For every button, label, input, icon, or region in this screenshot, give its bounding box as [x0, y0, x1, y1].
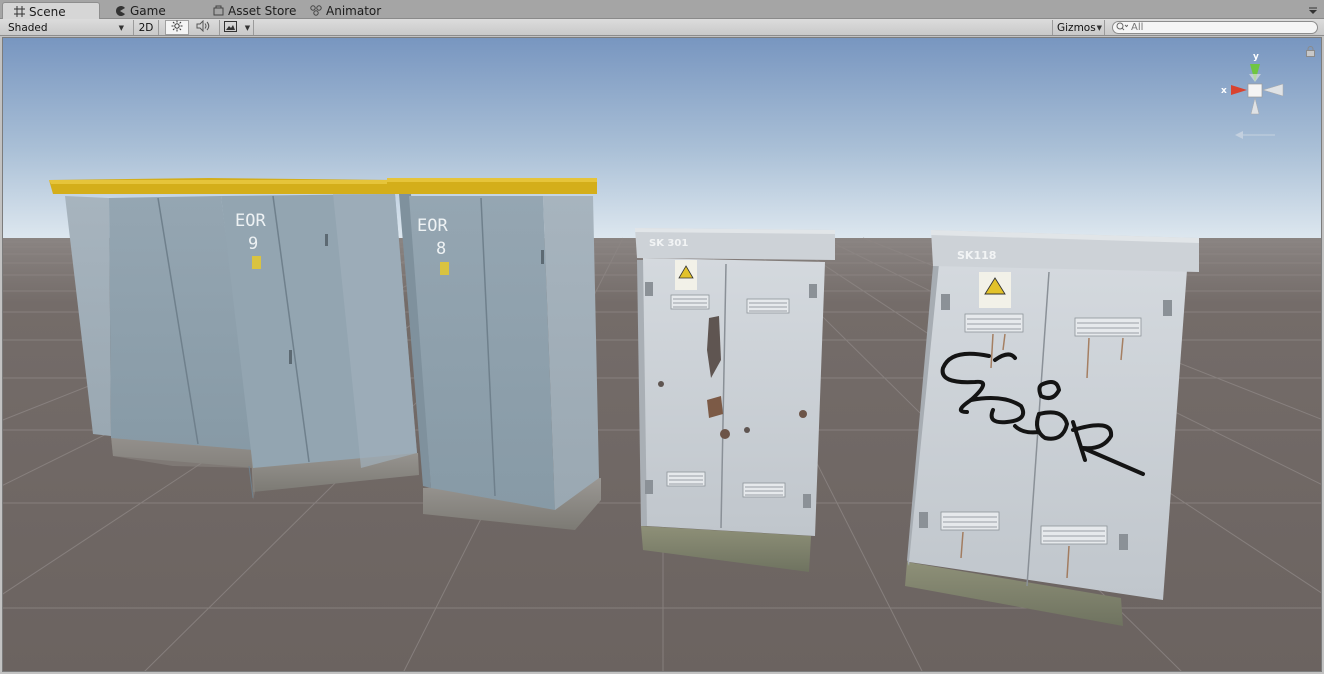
2d-mode-button[interactable]: 2D — [133, 20, 159, 35]
scene-audio-toggle[interactable] — [192, 19, 214, 35]
scene-toolbar: Shaded ▼ 2D ▼ Gizmos ▼ — [0, 19, 1324, 36]
projection-cube[interactable] — [1247, 83, 1263, 98]
warning-sticker — [440, 262, 449, 275]
window-tab-bar: Scene Game Asset Store Animator — [0, 0, 1324, 20]
cabinet-number: 9 — [248, 234, 258, 254]
tab-asset-store-label: Asset Store — [228, 3, 297, 18]
scene-viewport[interactable]: EOR 9 EOR 8 SK 301 SK118 y x — [2, 37, 1322, 672]
search-input[interactable] — [1131, 22, 1301, 33]
draw-mode-dropdown[interactable]: Shaded ▼ — [8, 20, 128, 35]
image-icon — [224, 20, 237, 35]
tab-animator-label: Animator — [326, 3, 382, 18]
dropdown-caret-icon: ▼ — [1096, 23, 1102, 32]
neg-x-axis-arrow[interactable] — [1262, 83, 1284, 97]
neg-y-axis-arrow[interactable] — [1250, 97, 1260, 115]
cabinet-label: EOR — [235, 211, 266, 231]
lock-icon[interactable] — [1306, 46, 1315, 57]
dropdown-caret-icon: ▼ — [244, 23, 251, 32]
sun-icon — [171, 20, 183, 35]
scene-render: EOR 9 EOR 8 SK 301 SK118 — [3, 38, 1321, 671]
scene-search-field[interactable] — [1112, 21, 1318, 34]
animator-icon — [310, 5, 322, 17]
tab-game-label: Game — [130, 3, 166, 18]
gizmos-label: Gizmos — [1057, 21, 1096, 34]
warning-sticker — [252, 256, 261, 269]
speaker-icon — [196, 19, 210, 35]
scene-lighting-toggle[interactable] — [165, 20, 189, 35]
cabinet-sk118[interactable]: SK118 — [905, 230, 1199, 626]
search-icon — [1116, 22, 1129, 34]
cabinet-label: EOR — [417, 216, 448, 236]
cabinet-label: SK 301 — [649, 238, 688, 249]
gizmos-dropdown[interactable]: Gizmos ▼ — [1052, 20, 1105, 35]
panel-menu-icon[interactable] — [1308, 6, 1318, 16]
tab-game[interactable]: Game — [104, 2, 174, 19]
scene-effects-toggle[interactable] — [219, 20, 241, 35]
tab-asset-store[interactable]: Asset Store — [202, 2, 304, 19]
x-axis-arrow[interactable] — [1231, 85, 1247, 95]
perspective-indicator-icon — [1235, 131, 1243, 139]
cabinet-sk-301[interactable]: SK 301 — [635, 228, 835, 572]
asset-store-icon — [212, 5, 224, 17]
dropdown-caret-icon: ▼ — [118, 23, 124, 32]
tab-scene-label: Scene — [29, 4, 66, 19]
2d-mode-label: 2D — [138, 21, 154, 34]
draw-mode-label: Shaded — [8, 21, 48, 34]
tab-scene[interactable]: Scene — [2, 2, 100, 20]
orientation-gizmo[interactable]: y x — [1217, 44, 1307, 140]
game-pacman-icon — [114, 5, 126, 17]
x-axis-label: x — [1221, 86, 1227, 96]
scene-grid-icon — [13, 6, 25, 18]
effects-dropdown[interactable]: ▼ — [242, 20, 254, 35]
cabinet-label: SK118 — [957, 249, 996, 262]
cabinet-number: 8 — [436, 239, 446, 259]
tab-animator[interactable]: Animator — [300, 2, 389, 19]
y-axis-label: y — [1253, 52, 1259, 62]
